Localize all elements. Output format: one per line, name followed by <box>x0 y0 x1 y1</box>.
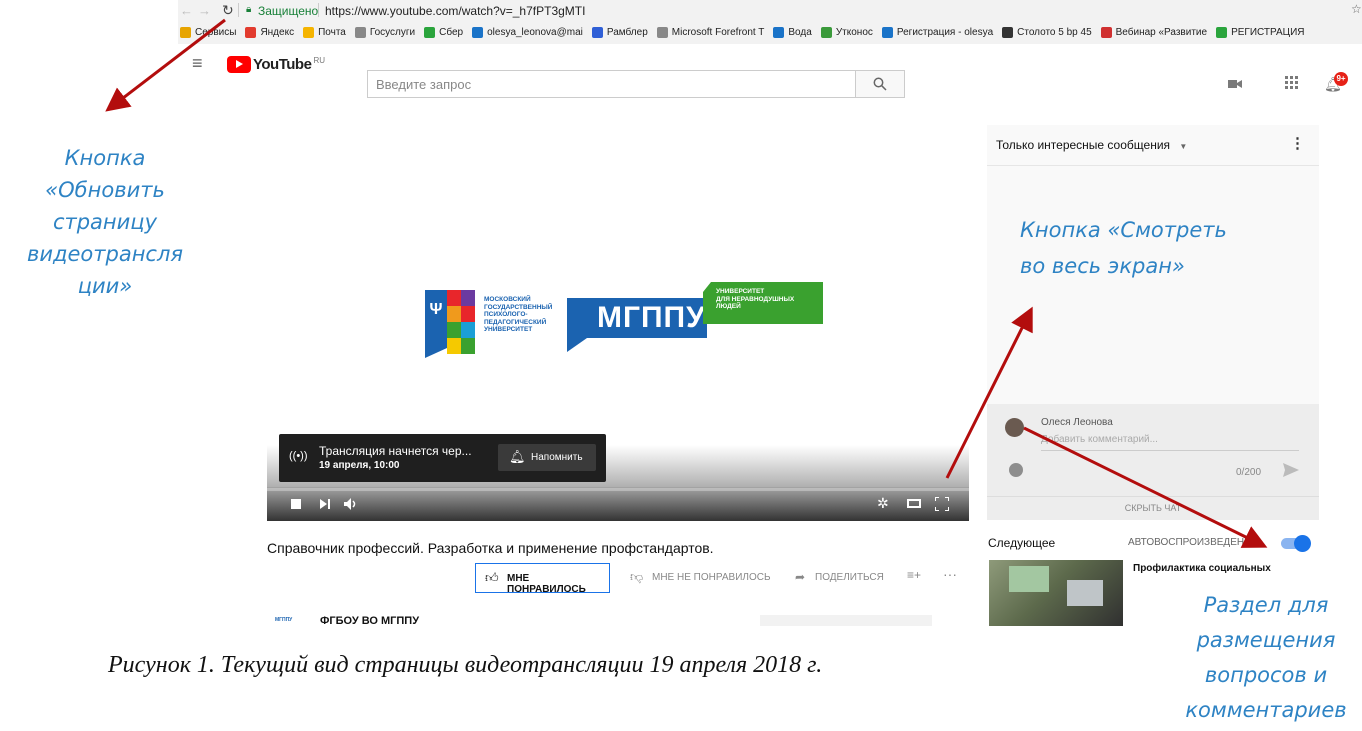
comments-arrow <box>1023 426 1268 548</box>
annotation-arrows <box>105 18 1268 548</box>
refresh-arrow <box>105 18 226 112</box>
fullscreen-arrow <box>945 306 1033 479</box>
